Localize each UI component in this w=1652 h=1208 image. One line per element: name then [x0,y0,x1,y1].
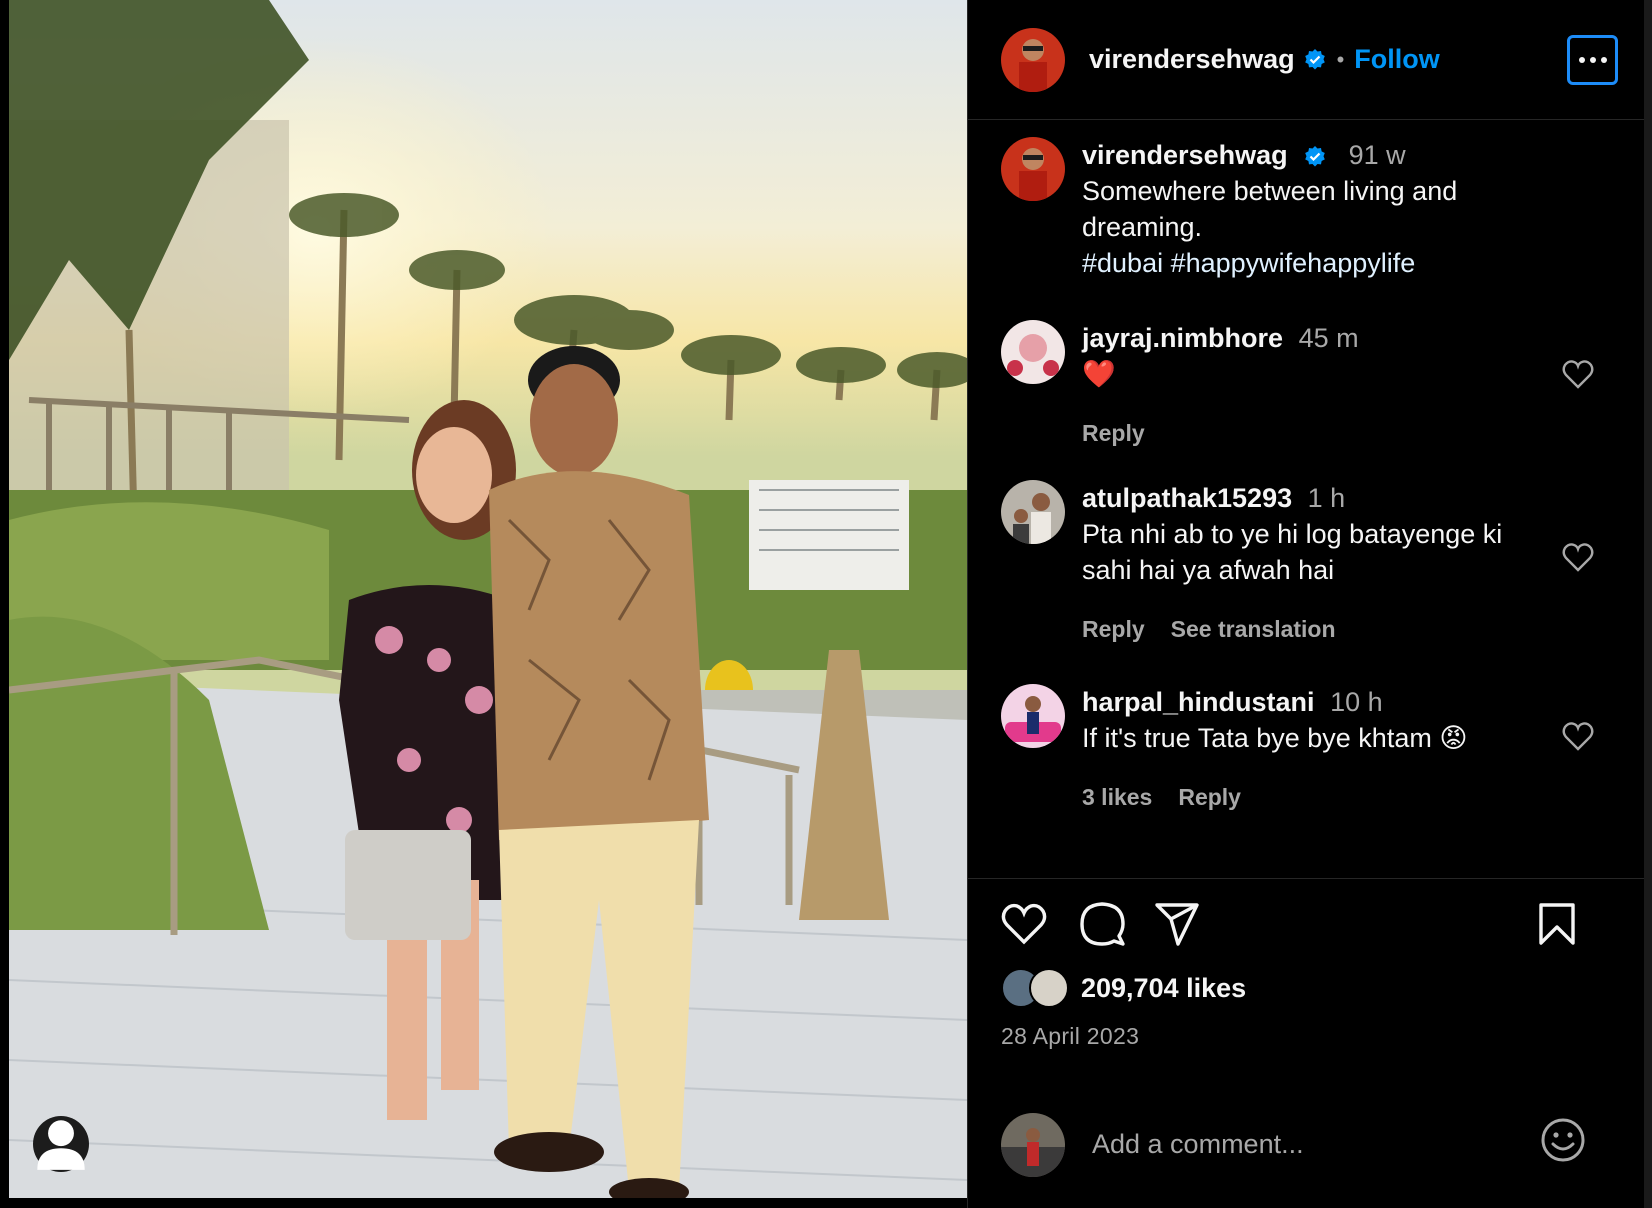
comment-text-line: sahi hai ya afwah hai [1082,555,1335,585]
comment-username[interactable]: jayraj.nimbhore [1082,323,1283,353]
verified-icon [1303,48,1327,72]
post-side-panel: virendersehwag • Follow virendersehwag 9… [967,0,1652,1208]
post-actions-bar: 209,704 likes 28 April 2023 [968,880,1644,1060]
comment-icon[interactable] [1079,901,1125,947]
comment-username[interactable]: harpal_hindustani [1082,687,1315,717]
heart-icon[interactable] [1562,721,1594,751]
header-separator: • [1336,46,1345,72]
reply-button[interactable]: Reply [1178,784,1241,811]
reply-button[interactable]: Reply [1082,616,1145,643]
comment-actions: Reply [1082,420,1602,447]
author-avatar[interactable] [1001,27,1065,92]
bookmark-icon[interactable] [1538,902,1576,946]
user-tag-button[interactable] [33,1116,89,1172]
comment-time[interactable]: 10 h [1330,687,1383,717]
heart-icon[interactable] [1562,359,1594,389]
current-user-avatar [1001,1112,1065,1177]
comment-item: atulpathak15293 1 h Pta nhi ab to ye hi … [1001,480,1602,643]
comment-item: harpal_hindustani 10 h If it's true Tata… [1001,684,1602,811]
comment-time[interactable]: 1 h [1308,483,1346,513]
post-photo[interactable] [9,0,967,1198]
user-tag-icon [37,1120,85,1170]
caption-username[interactable]: virendersehwag [1082,140,1288,170]
post-header: virendersehwag • Follow [968,0,1644,120]
comment-actions: Reply See translation [1082,616,1602,643]
emoji-icon[interactable] [1540,1117,1586,1163]
post-image [9,0,967,1198]
verified-icon [1303,145,1327,169]
likes-count[interactable]: 209,704 likes [1081,973,1246,1004]
comment-text: If it's true Tata bye bye khtam 😡 [1082,723,1468,753]
caption-hashtags[interactable]: #dubai #happywifehappylife [1082,245,1602,281]
more-icon-dot [1600,57,1607,63]
heart-icon[interactable] [1562,542,1594,572]
comment-actions: 3 likes Reply [1082,784,1602,811]
comment-avatar[interactable] [1001,320,1065,384]
likes-row: 209,704 likes [1001,968,1246,1008]
post-date[interactable]: 28 April 2023 [1001,1023,1139,1050]
caption-time[interactable]: 91 w [1349,140,1406,170]
comment-avatar[interactable] [1001,480,1065,544]
caption-avatar[interactable] [1001,137,1065,201]
see-translation-button[interactable]: See translation [1171,616,1336,643]
reply-button[interactable]: Reply [1082,420,1145,447]
comment-item: jayraj.nimbhore 45 m ❤️ Reply [1001,320,1602,447]
comment-avatar[interactable] [1001,684,1065,748]
comments-list[interactable]: virendersehwag 91 w Somewhere between li… [968,121,1644,879]
comment-input[interactable] [1092,1129,1512,1160]
comment-text: ❤️ [1082,359,1116,389]
window-edge [1644,0,1652,1208]
comment-username[interactable]: atulpathak15293 [1082,483,1292,513]
liker-avatars [1001,968,1073,1008]
more-icon [1578,57,1585,63]
caption-text-line: dreaming. [1082,212,1203,242]
liker-avatar [1029,968,1069,1008]
follow-button[interactable]: Follow [1354,44,1439,75]
share-icon[interactable] [1154,902,1200,946]
comment-text-line: Pta nhi ab to ye hi log batayenge ki [1082,519,1503,549]
caption-text-line: Somewhere between living and [1082,176,1458,206]
more-icon-dot [1589,57,1596,63]
add-comment-bar [968,1080,1644,1208]
comment-likes-count[interactable]: 3 likes [1082,784,1152,811]
comment-time[interactable]: 45 m [1299,323,1359,353]
heart-icon[interactable] [1001,903,1047,945]
author-username[interactable]: virendersehwag [1089,44,1295,75]
more-options-button[interactable] [1567,35,1618,85]
caption: virendersehwag 91 w Somewhere between li… [1001,137,1602,281]
